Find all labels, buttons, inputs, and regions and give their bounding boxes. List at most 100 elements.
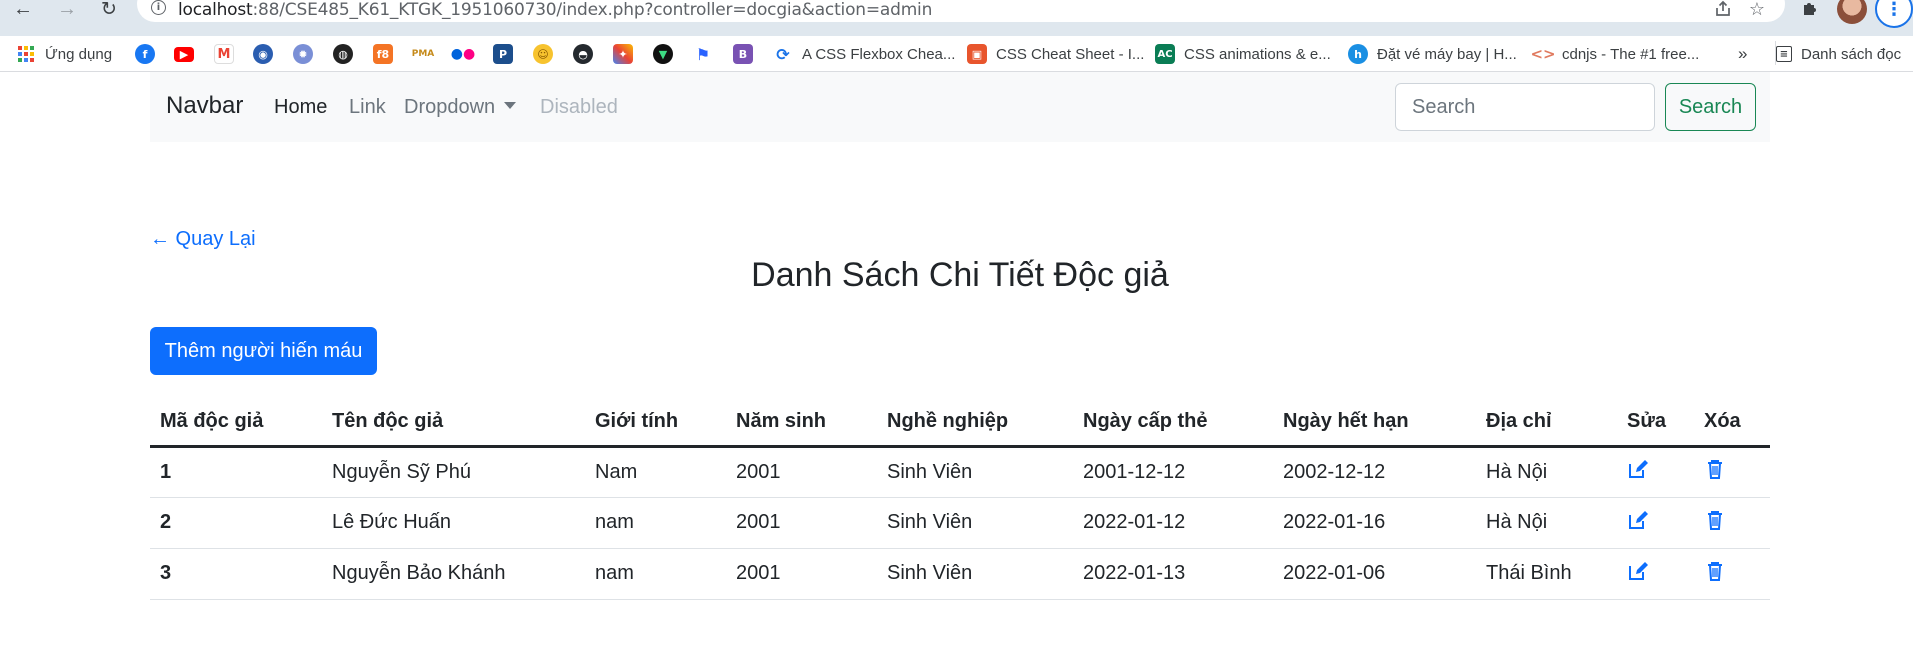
back-arrow-icon[interactable]: ← (8, 0, 38, 19)
search-input[interactable] (1395, 83, 1655, 131)
bookmark-flexbox[interactable]: ⟳ A CSS Flexbox Chea... (773, 41, 955, 67)
cell-address: Hà Nội (1476, 497, 1617, 549)
flag-icon[interactable]: ⚑ (693, 41, 713, 67)
f8-icon[interactable]: f8 (373, 41, 393, 67)
page-title: Danh Sách Chi Tiết Độc giả (751, 256, 1169, 294)
bookmark-reading-list[interactable]: ≡ Danh sách đọc (1776, 41, 1901, 67)
col-header-birth-year: Năm sinh (726, 399, 877, 448)
cell-id: 3 (150, 548, 322, 600)
code-brackets-icon: <> (1530, 44, 1556, 64)
url-path: :88/CSE485_K61_KTGK_1951060730/index.php… (252, 0, 933, 20)
cell-birth-year: 2001 (726, 446, 877, 498)
col-header-gender: Giới tính (585, 399, 726, 448)
edit-icon[interactable] (1627, 458, 1649, 480)
bookmark-css-cheatsheet[interactable]: ▣ CSS Cheat Sheet - I... (967, 41, 1144, 67)
edit-icon[interactable] (1627, 509, 1649, 531)
bookmarks-overflow-chevron[interactable]: » (1738, 41, 1747, 67)
col-header-edit: Sửa (1617, 399, 1694, 448)
flickr-icon[interactable]: ● ● (451, 41, 475, 67)
bookmark-cdnjs[interactable]: <> cdnjs - The #1 free... (1530, 41, 1699, 67)
emoji-icon[interactable]: ☺ (533, 41, 553, 67)
cell-gender: Nam (585, 446, 726, 498)
youtube-icon[interactable]: ▶ (174, 41, 194, 67)
trash-icon[interactable] (1704, 560, 1726, 582)
cell-issue-date: 2001-12-12 (1073, 446, 1273, 498)
bookmark-flight[interactable]: h Đặt vé máy bay | H... (1348, 41, 1517, 67)
col-header-job: Nghề nghiệp (877, 399, 1073, 448)
cell-edit (1617, 446, 1694, 498)
facebook-icon[interactable]: f (135, 41, 155, 67)
col-header-name: Tên độc giả (322, 399, 585, 448)
cell-delete (1694, 548, 1770, 600)
profile-avatar[interactable] (1837, 0, 1867, 24)
cell-delete (1694, 446, 1770, 498)
trash-icon[interactable] (1704, 509, 1726, 531)
col-header-address: Địa chỉ (1476, 399, 1617, 448)
bookmark-css-animations[interactable]: AC CSS animations & e... (1155, 41, 1331, 67)
edit-icon[interactable] (1627, 560, 1649, 582)
cell-job: Sinh Viên (877, 497, 1073, 549)
caret-down-icon (504, 102, 517, 109)
back-link[interactable]: ← Quay Lại (150, 228, 256, 251)
table-header-row: Mã độc giả Tên độc giả Giới tính Năm sin… (150, 399, 1770, 448)
browser-menu-icon[interactable]: ⋮ (1875, 0, 1913, 28)
school-logo-icon[interactable]: ◉ (253, 41, 273, 67)
cell-issue-date: 2022-01-13 (1073, 548, 1273, 600)
bootstrap-icon[interactable]: B (733, 41, 753, 67)
address-bar[interactable]: i localhost:88/CSE485_K61_KTGK_195106073… (137, 0, 1785, 22)
trash-icon[interactable] (1704, 458, 1726, 480)
extensions-puzzle-icon[interactable] (1797, 0, 1823, 22)
gift-icon: ▣ (967, 44, 987, 64)
ac-site-icon: AC (1155, 44, 1175, 64)
reading-list-label: Danh sách đọc (1801, 45, 1902, 63)
cell-gender: nam (585, 497, 726, 549)
col-header-id: Mã độc giả (150, 399, 322, 448)
cell-name: Nguyễn Bảo Khánh (322, 548, 585, 600)
add-reader-button[interactable]: Thêm người hiến máu (150, 327, 377, 375)
navbar-brand[interactable]: Navbar (166, 92, 243, 120)
cell-birth-year: 2001 (726, 497, 877, 549)
bookmark-flexbox-label: A CSS Flexbox Chea... (802, 45, 956, 63)
github-icon[interactable]: ◓ (573, 41, 593, 67)
cell-name: Lê Đức Huấn (322, 497, 585, 549)
colorful-logo-icon[interactable]: ✦ (613, 41, 633, 67)
gmail-icon[interactable]: M (214, 41, 234, 67)
browser-toolbar: ← → ↻ i localhost:88/CSE485_K61_KTGK_195… (0, 0, 1913, 36)
bookmark-apps-label: Ứng dụng (45, 45, 113, 63)
globe-icon[interactable]: ◍ (333, 41, 353, 67)
cell-expiry-date: 2022-01-16 (1273, 497, 1476, 549)
info-icon[interactable]: i (151, 0, 166, 15)
cell-address: Thái Bình (1476, 548, 1617, 600)
forward-arrow-icon[interactable]: → (52, 0, 82, 19)
site-navbar: Navbar Home Link Dropdown Disabled Searc… (150, 72, 1770, 142)
bookmark-apps[interactable]: Ứng dụng (18, 41, 112, 67)
nav-link[interactable]: Link (349, 96, 386, 119)
cell-expiry-date: 2022-01-06 (1273, 548, 1476, 600)
reading-list-icon: ≡ (1776, 46, 1792, 62)
cell-edit (1617, 548, 1694, 600)
bookmarks-bar: Ứng dụng f ▶ M ◉ ✹ ◍ f8 PMA ● ● P ☺ ◓ ✦ ▼… (0, 36, 1913, 72)
cell-name: Nguyễn Sỹ Phú (322, 446, 585, 498)
cell-address: Hà Nội (1476, 446, 1617, 498)
gear-logo-icon[interactable]: ✹ (293, 41, 313, 67)
nav-home[interactable]: Home (274, 96, 327, 119)
cell-id: 1 (150, 446, 322, 498)
star-icon[interactable]: ☆ (1746, 0, 1768, 20)
url-host: localhost (178, 0, 253, 20)
pma-icon[interactable]: PMA (412, 41, 434, 67)
nav-dropdown-label: Dropdown (404, 96, 496, 118)
reload-icon[interactable]: ↻ (94, 0, 124, 19)
share-icon[interactable] (1712, 0, 1734, 20)
col-header-expiry-date: Ngày hết hạn (1273, 399, 1476, 448)
flight-site-icon: h (1348, 44, 1368, 64)
cell-delete (1694, 497, 1770, 549)
bookmark-cheatsheet-label: CSS Cheat Sheet - I... (996, 45, 1145, 63)
nav-dropdown[interactable]: Dropdown (404, 96, 517, 119)
cell-issue-date: 2022-01-12 (1073, 497, 1273, 549)
url-text[interactable]: localhost:88/CSE485_K61_KTGK_1951060730/… (178, 0, 932, 20)
table-row: 1 Nguyễn Sỹ Phú Nam 2001 Sinh Viên 2001-… (150, 446, 1770, 498)
dark-logo-icon[interactable]: ▼ (653, 41, 673, 67)
cell-edit (1617, 497, 1694, 549)
p-logo-icon[interactable]: P (493, 41, 513, 67)
search-button[interactable]: Search (1665, 83, 1756, 131)
